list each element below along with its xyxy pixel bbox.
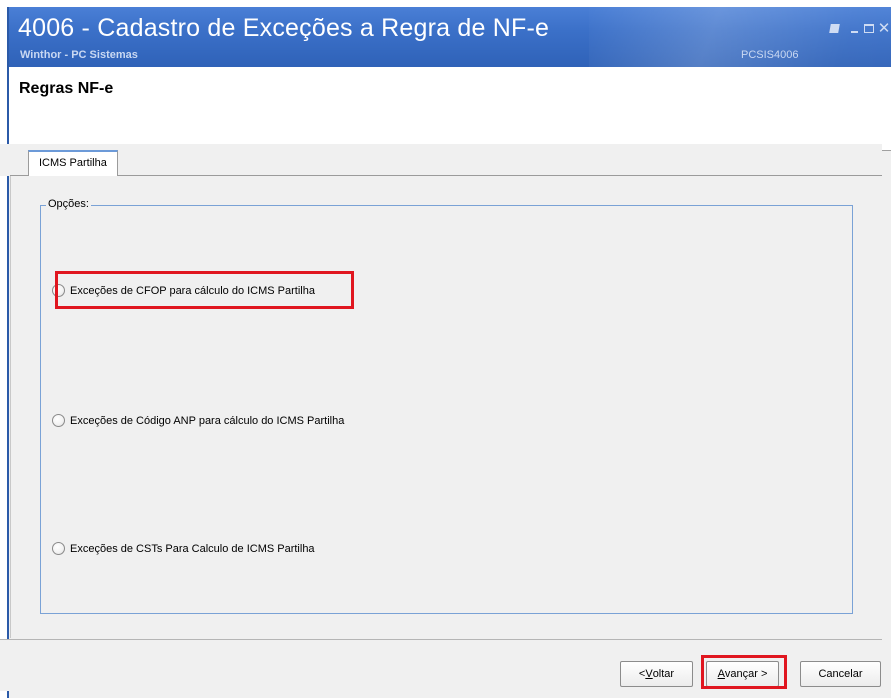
radio-label[interactable]: Exceções de CSTs Para Calculo de ICMS Pa…: [70, 543, 315, 555]
highlight-box-next: [701, 655, 787, 689]
radio-button-icon[interactable]: [52, 542, 65, 555]
routine-code: PCSIS4006: [741, 49, 799, 61]
restore-icon[interactable]: [827, 21, 841, 35]
window-title: 4006 - Cadastro de Exceções a Regra de N…: [18, 14, 550, 42]
back-button[interactable]: < Voltar: [620, 661, 693, 687]
radio-button-icon[interactable]: [52, 414, 65, 427]
close-icon[interactable]: ✕: [877, 19, 891, 37]
back-button-label: oltar: [652, 668, 675, 680]
title-bar[interactable]: 4006 - Cadastro de Exceções a Regra de N…: [9, 7, 891, 67]
header-panel: Regras NF-e: [9, 67, 891, 151]
tab-strip: [0, 144, 882, 176]
page-title: Regras NF-e: [19, 80, 114, 97]
minimize-icon[interactable]: [847, 21, 861, 35]
title-bar-shine: [589, 7, 891, 67]
back-button-accelerator: V: [645, 668, 653, 680]
radio-option-csts[interactable]: Exceções de CSTs Para Calculo de ICMS Pa…: [52, 542, 315, 555]
maximize-icon[interactable]: [862, 21, 876, 35]
options-legend: Opções:: [46, 198, 91, 210]
radio-label[interactable]: Exceções de Código ANP para cálculo do I…: [70, 415, 344, 427]
tab-icms-partilha[interactable]: ICMS Partilha: [28, 150, 118, 176]
window-subtitle: Winthor - PC Sistemas: [20, 49, 138, 61]
cancel-button[interactable]: Cancelar: [800, 661, 881, 687]
radio-option-anp[interactable]: Exceções de Código ANP para cálculo do I…: [52, 414, 344, 427]
highlight-box-cfop: [55, 271, 354, 309]
